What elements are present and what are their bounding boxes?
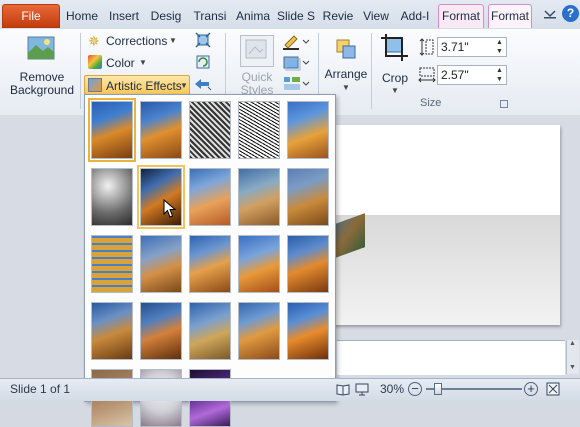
tab-home[interactable]: Home [63, 4, 101, 28]
ribbon-separator [80, 33, 81, 109]
zoom-out-icon[interactable]: − [408, 382, 422, 396]
height-spinner[interactable]: ▲ ▼ [496, 38, 503, 56]
crop-button[interactable]: Crop ▼ [376, 33, 414, 97]
width-spinner[interactable]: ▲ ▼ [496, 66, 503, 84]
size-dialog-launcher-icon[interactable] [500, 100, 508, 108]
status-bar: Slide 1 of 1 30% − + [0, 378, 580, 401]
width-value: 2.57" [441, 68, 469, 82]
arrange-label: Arrange [324, 67, 368, 81]
zoom-in-icon[interactable]: + [524, 382, 538, 396]
arrange-icon [334, 37, 358, 61]
artistic-effect-thumbnail[interactable] [140, 101, 182, 159]
crop-icon [380, 33, 410, 63]
artistic-effect-thumbnail[interactable] [189, 101, 231, 159]
shape-width-icon [418, 67, 436, 83]
tab-animations[interactable]: Anima [233, 4, 273, 28]
remove-background-label: Remove Background [9, 70, 75, 97]
tab-design[interactable]: Desig [146, 4, 186, 28]
ribbon-separator [371, 33, 372, 109]
fit-to-window-icon[interactable] [546, 382, 560, 396]
chevron-down-icon: ▼ [169, 36, 177, 45]
scroll-down-icon[interactable]: ▼ [569, 364, 576, 371]
tab-file[interactable]: File [2, 4, 60, 28]
mouse-cursor-icon [163, 198, 177, 219]
picture-effects-button[interactable] [282, 54, 312, 72]
artistic-effect-thumbnail[interactable] [189, 168, 231, 226]
tab-transitions[interactable]: Transi [189, 4, 231, 28]
zoom-slider-thumb[interactable] [434, 383, 442, 395]
tab-format-picture[interactable]: Format [438, 4, 484, 28]
artistic-effect-thumbnail[interactable] [287, 235, 329, 293]
picture-layout-button[interactable] [282, 75, 312, 93]
zoom-level[interactable]: 30% [380, 382, 404, 396]
quick-styles-icon [240, 35, 274, 67]
artistic-effects-label: Artistic Effects [106, 79, 182, 93]
artistic-effect-thumbnail[interactable] [140, 302, 182, 360]
size-group-label: Size [420, 97, 442, 109]
artistic-effect-thumbnail[interactable] [287, 168, 329, 226]
help-icon[interactable]: ? [562, 5, 579, 22]
tab-insert[interactable]: Insert [104, 4, 144, 28]
tab-view[interactable]: View [360, 4, 392, 28]
arrange-button[interactable]: Arrange ▼ [324, 33, 368, 97]
shape-height-icon [419, 38, 435, 56]
artistic-effect-thumbnail[interactable] [238, 101, 280, 159]
artistic-effect-thumbnail[interactable] [140, 235, 182, 293]
artistic-effect-thumbnail[interactable] [189, 235, 231, 293]
artistic-effect-thumbnail[interactable] [91, 168, 133, 226]
chevron-down-icon: ▼ [180, 81, 188, 90]
slide-show-icon[interactable] [355, 382, 369, 396]
tab-add-ins[interactable]: Add-I [395, 4, 435, 28]
artistic-effect-thumbnail[interactable] [238, 168, 280, 226]
reading-view-icon[interactable] [336, 382, 350, 396]
height-input[interactable]: 3.71" ▲ ▼ [437, 37, 507, 57]
artistic-effect-thumbnail[interactable] [238, 302, 280, 360]
minimize-ribbon-icon[interactable] [543, 8, 557, 20]
chevron-down-icon: ▼ [391, 86, 399, 95]
slide-count: Slide 1 of 1 [10, 382, 71, 396]
artistic-effect-thumbnail[interactable] [91, 302, 133, 360]
notes-scrollbar[interactable]: ▲ ▼ [566, 340, 579, 374]
tab-format-drawing[interactable]: Format [488, 4, 532, 28]
color-label: Color [106, 56, 135, 70]
quick-styles-button[interactable]: Quick Styles [232, 33, 282, 97]
tab-slide-show[interactable]: Slide S [275, 4, 317, 28]
color-button[interactable]: Color ▼ [86, 53, 156, 72]
artistic-effect-thumbnail[interactable] [189, 302, 231, 360]
artistic-effects-gallery [84, 94, 336, 427]
chevron-down-icon: ▼ [342, 83, 350, 92]
tab-review[interactable]: Revie [319, 4, 357, 28]
sun-icon: ✵ [88, 33, 100, 49]
artistic-effects-button[interactable]: Artistic Effects ▼ [84, 75, 190, 95]
reset-picture-icon[interactable] [193, 76, 213, 92]
artistic-effect-thumbnail[interactable] [238, 235, 280, 293]
compress-pictures-icon[interactable] [195, 32, 211, 48]
color-palette-icon [88, 55, 102, 69]
ribbon-tab-bar: File Home Insert Desig Transi Anima Slid… [0, 0, 580, 30]
slide-canvas[interactable] [312, 125, 560, 325]
artistic-effect-thumbnail[interactable] [91, 235, 133, 293]
notes-pane[interactable] [337, 340, 565, 375]
artistic-effect-thumbnail[interactable] [88, 98, 136, 162]
artistic-effect-thumbnail[interactable] [287, 302, 329, 360]
remove-background-button[interactable]: Remove Background [6, 33, 78, 97]
artistic-effects-icon [88, 78, 102, 92]
change-picture-icon[interactable] [195, 54, 211, 70]
remove-background-icon [26, 35, 56, 63]
chevron-down-icon: ▼ [139, 58, 147, 67]
width-input[interactable]: 2.57" ▲ ▼ [437, 65, 507, 85]
crop-label: Crop [381, 71, 408, 85]
height-value: 3.71" [441, 40, 469, 54]
corrections-label: Corrections [106, 34, 168, 48]
picture-border-button[interactable] [282, 33, 312, 51]
scroll-up-icon[interactable]: ▲ [569, 340, 576, 347]
corrections-button[interactable]: ✵ Corrections ▼ [86, 32, 178, 51]
artistic-effect-thumbnail[interactable] [287, 101, 329, 159]
